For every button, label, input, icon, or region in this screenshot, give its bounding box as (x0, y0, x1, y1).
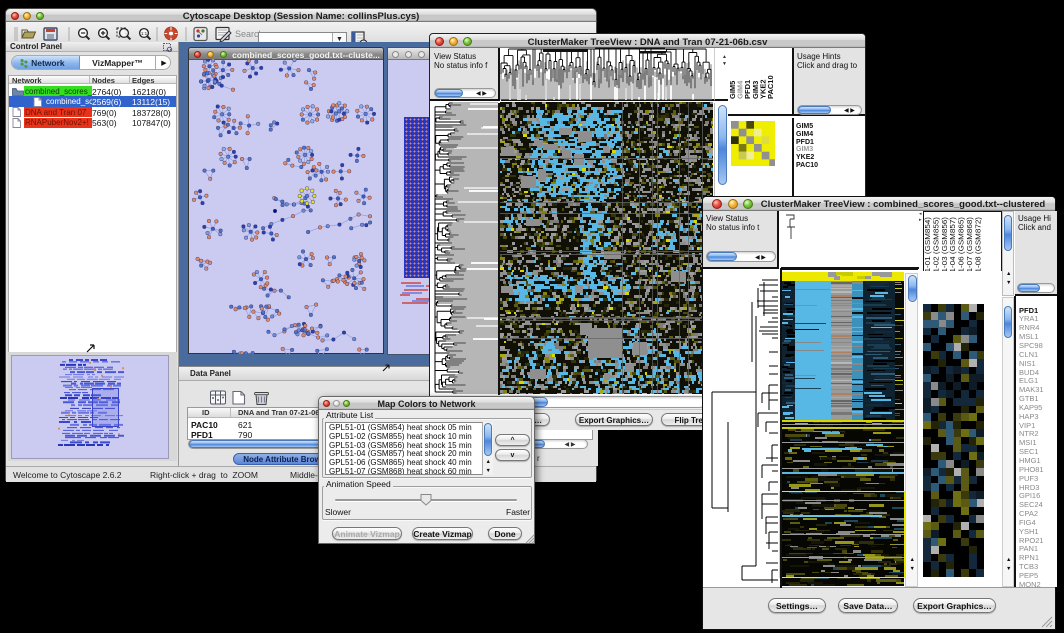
svg-text:1:1: 1:1 (141, 31, 148, 36)
svg-text:PAC10: PAC10 (766, 75, 775, 99)
